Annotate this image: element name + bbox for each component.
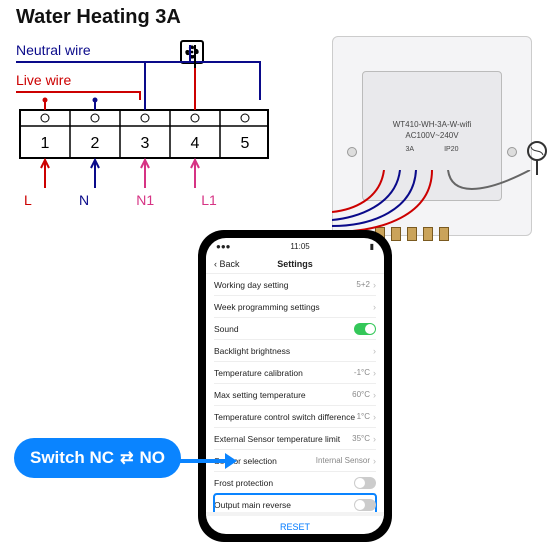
setting-row[interactable]: Sound — [214, 318, 376, 340]
nav-bar: ‹ Back Settings — [206, 254, 384, 274]
setting-row[interactable]: Sensor selectionInternal Sensor› — [214, 450, 376, 472]
wiring-diagram: 1 2 3 4 5 — [10, 40, 295, 240]
device-model: WT410-WH-3A-W-wifi — [393, 120, 472, 129]
toggle-switch[interactable] — [354, 499, 376, 511]
setting-row[interactable]: External Sensor temperature limit 35°C› — [214, 428, 376, 450]
screen-title: Settings — [277, 259, 313, 269]
setting-value: -1°C — [354, 368, 370, 377]
chevron-right-icon: › — [373, 390, 376, 400]
back-button[interactable]: ‹ Back — [214, 259, 240, 269]
setting-value: 60°C — [352, 390, 370, 399]
setting-label: Temperature calibration — [214, 368, 303, 378]
setting-row[interactable]: Backlight brightness › — [214, 340, 376, 362]
swap-icon: ⇄ — [120, 448, 133, 468]
setting-label: Output main reverse — [214, 500, 291, 510]
terminal-n1: N1 — [136, 192, 154, 208]
page-title: Water Heating 3A — [16, 6, 181, 29]
reset-button[interactable]: RESET — [206, 512, 384, 534]
battery-icon: ▮ — [370, 242, 374, 251]
callout-bubble: Switch NC ⇄ NO — [14, 438, 181, 478]
toggle-switch[interactable] — [354, 477, 376, 489]
settings-list[interactable]: Working day setting5+2›Week programming … — [206, 274, 384, 512]
setting-label: Backlight brightness — [214, 346, 290, 356]
svg-text:3: 3 — [141, 135, 150, 152]
setting-row[interactable]: Working day setting 5+2› — [214, 274, 376, 296]
svg-text:4: 4 — [191, 135, 200, 152]
svg-text:5: 5 — [241, 135, 250, 152]
setting-label: Sound — [214, 324, 239, 334]
setting-label: Max setting temperature — [214, 390, 306, 400]
setting-label: Working day setting — [214, 280, 289, 290]
status-time: 11:05 — [290, 242, 309, 251]
chevron-right-icon: › — [373, 412, 376, 422]
status-bar: ●●● 11:05 ▮ — [206, 238, 384, 254]
setting-row[interactable]: Temperature calibration -1°C› — [214, 362, 376, 384]
setting-value: Internal Sensor — [316, 456, 370, 465]
svg-text:2: 2 — [91, 135, 100, 152]
callout-suffix: NO — [139, 448, 165, 468]
setting-row[interactable]: Temperature control switch difference1°C… — [214, 406, 376, 428]
setting-label: External Sensor temperature limit — [214, 434, 340, 444]
setting-row[interactable]: Frost protection — [214, 472, 376, 494]
setting-label: Week programming settings — [214, 302, 320, 312]
chevron-right-icon: › — [373, 456, 376, 466]
callout-arrow-icon — [177, 450, 237, 472]
terminal-l1: L1 — [201, 192, 217, 208]
setting-row[interactable]: Output main reverse — [214, 494, 376, 512]
setting-value: 1°C — [357, 412, 370, 421]
setting-value: 35°C — [352, 434, 370, 443]
phone-frame: ●●● 11:05 ▮ ‹ Back Settings Working day … — [198, 230, 392, 542]
setting-row[interactable]: Max setting temperature 60°C› — [214, 384, 376, 406]
terminal-l: L — [24, 192, 32, 208]
svg-text:1: 1 — [41, 135, 50, 152]
device-voltage: AC100V~240V — [405, 131, 458, 140]
chevron-right-icon: › — [373, 302, 376, 312]
setting-value: 5+2 — [356, 280, 370, 289]
setting-label: Frost protection — [214, 478, 273, 488]
toggle-switch[interactable] — [354, 323, 376, 335]
chevron-right-icon: › — [373, 280, 376, 290]
terminal-n: N — [79, 192, 89, 208]
setting-row[interactable]: Week programming settings › — [214, 296, 376, 318]
terminal-labels: L N N1 L1 — [24, 192, 264, 208]
phone-screen: ●●● 11:05 ▮ ‹ Back Settings Working day … — [206, 238, 384, 534]
chevron-right-icon: › — [373, 368, 376, 378]
chevron-right-icon: › — [373, 346, 376, 356]
setting-label: Temperature control switch difference — [214, 412, 355, 422]
chevron-right-icon: › — [373, 434, 376, 444]
status-signal: ●●● — [216, 242, 231, 251]
callout-prefix: Switch NC — [30, 448, 114, 468]
